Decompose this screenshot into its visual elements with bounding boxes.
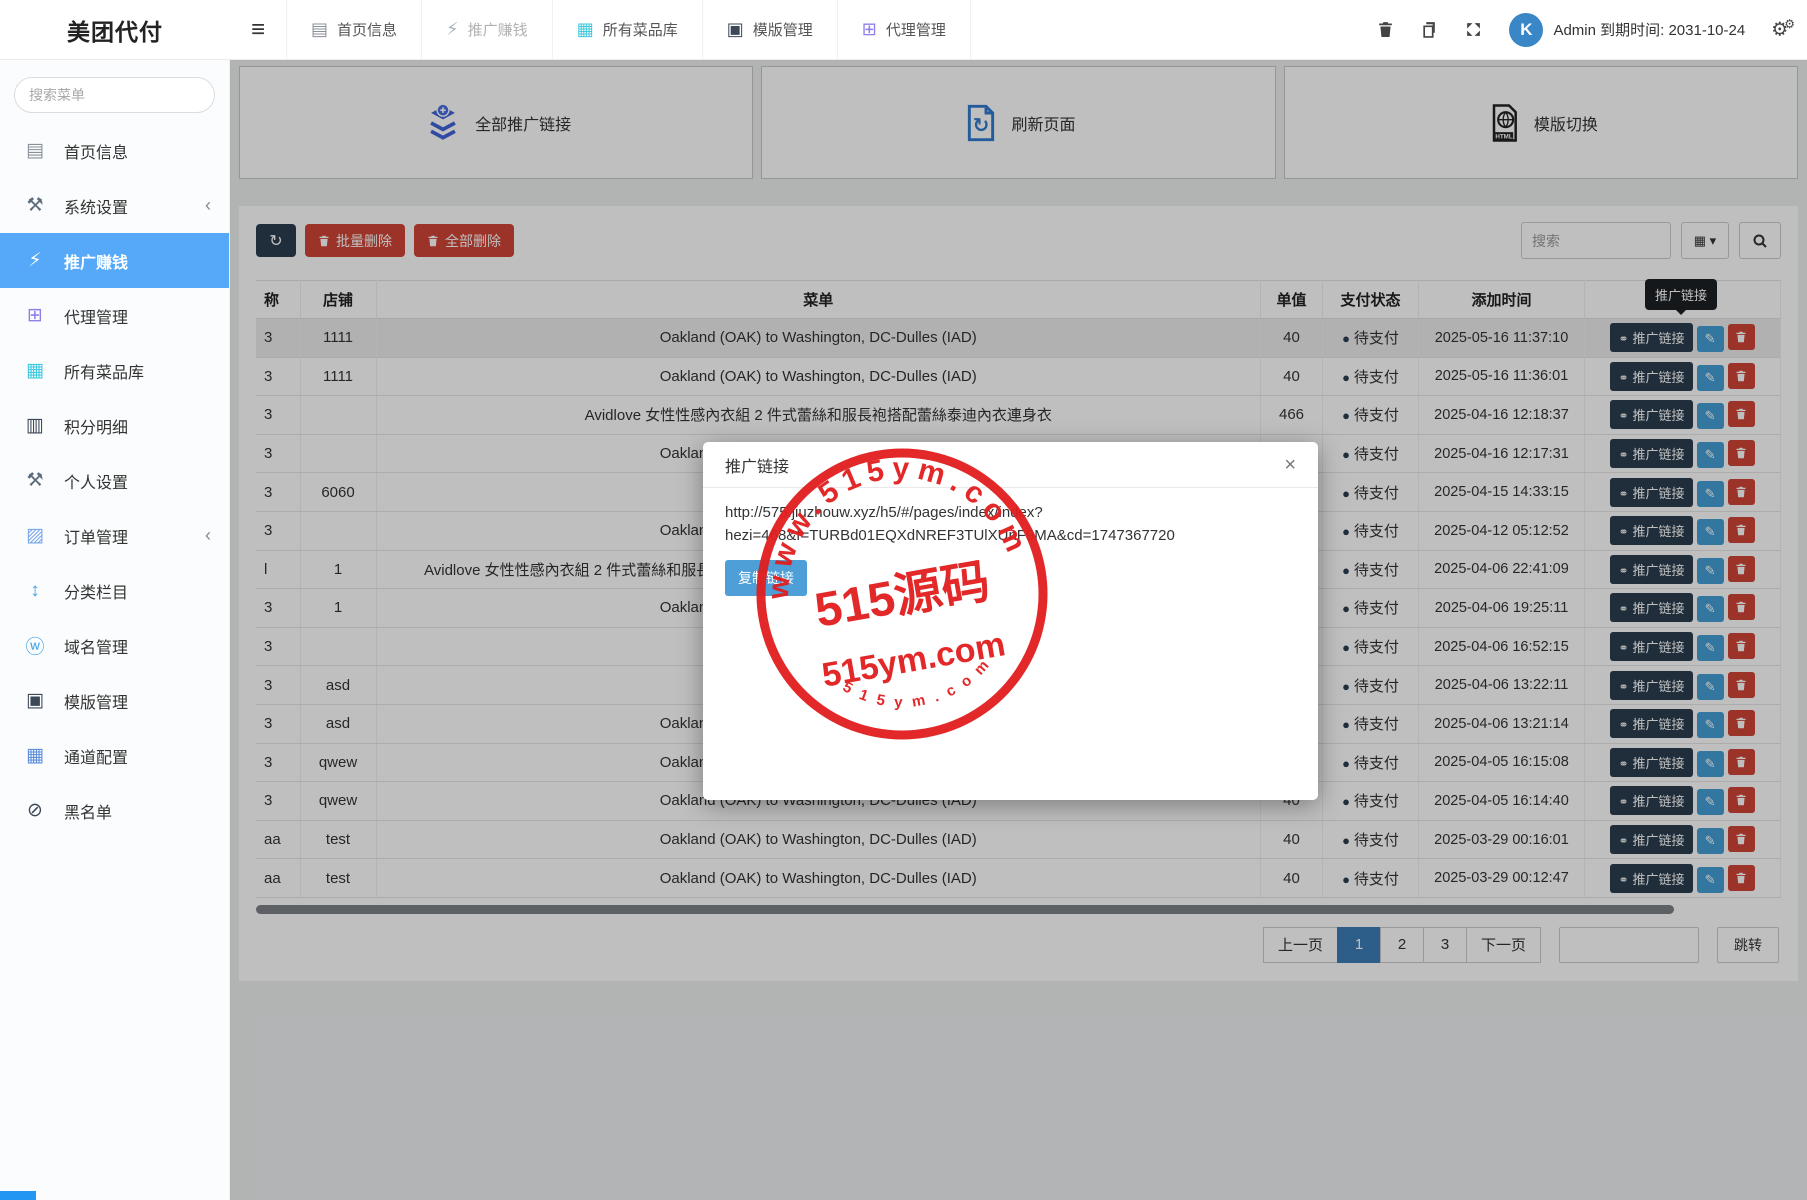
template-manage-icon: ▣: [26, 690, 44, 711]
system-settings-icon: ⚒: [26, 195, 44, 216]
channel-config-icon: ▦: [26, 745, 44, 766]
sidebar-search: [14, 77, 215, 113]
sidebar-item-label: 推广赚钱: [64, 254, 129, 272]
sidebar-item-label: 首页信息: [64, 144, 129, 162]
sidebar-item-label: 系统设置: [64, 199, 129, 217]
homepage-icon: ▤: [26, 140, 44, 161]
promo-earn-icon: ⚡: [28, 250, 42, 271]
tab-代理管理[interactable]: ⊞ 代理管理: [836, 0, 971, 59]
settings-gear-icon[interactable]: ⚙⚙: [1771, 17, 1795, 41]
sidebar-item-label: 模版管理: [64, 694, 129, 712]
copy-link-button[interactable]: 复制链接: [725, 560, 807, 596]
brand-logo: 美团代付: [67, 18, 163, 45]
sidebar-item-模版管理[interactable]: ▣ 模版管理: [0, 673, 229, 728]
tab-label: 推广赚钱: [467, 22, 528, 39]
sidebar-item-所有菜品库[interactable]: ▦ 所有菜品库: [0, 343, 229, 398]
tab-推广赚钱[interactable]: ⚡ 推广赚钱: [421, 0, 552, 59]
sidebar-item-系统设置[interactable]: ⚒ 系统设置 ‹: [0, 178, 229, 233]
sidebar-item-label: 所有菜品库: [64, 364, 145, 382]
sidebar-item-label: 域名管理: [64, 639, 129, 657]
sidebar-item-通道配置[interactable]: ▦ 通道配置: [0, 728, 229, 783]
sidebar-item-label: 分类栏目: [64, 584, 129, 602]
tab-label: 模版管理: [752, 22, 813, 39]
sidebar-item-域名管理[interactable]: ⓦ 域名管理: [0, 618, 229, 673]
top-bar: 美团代付 ≡ ▤ 首页信息 ⚡ 推广赚钱 ▦ 所有菜品库 ▣ 模版管理 ⊞ 代理管理 K Admi…: [0, 0, 1807, 60]
sidebar-search-input[interactable]: [29, 87, 210, 103]
trash-icon[interactable]: [1363, 0, 1407, 60]
tab-label: 首页信息: [337, 22, 398, 39]
sidebar-item-label: 订单管理: [64, 529, 129, 547]
sidebar-item-label: 通道配置: [64, 749, 129, 767]
sidebar-item-黑名单[interactable]: ⊘ 黑名单: [0, 783, 229, 838]
agent-manage-icon: ⊞: [27, 305, 43, 326]
sidebar-item-label: 代理管理: [64, 309, 129, 327]
avatar[interactable]: K: [1509, 12, 1544, 47]
svg-text:515ym.com: 515ym.com: [819, 625, 1008, 695]
fullscreen-icon[interactable]: [1451, 0, 1495, 60]
sidebar-item-积分明细[interactable]: ▥ 积分明细: [0, 398, 229, 453]
sidebar-item-首页信息[interactable]: ▤ 首页信息: [0, 123, 229, 178]
promo-link-modal: 推广链接 × http://575.jiuzhouw.xyz/h5/#/page…: [703, 434, 1318, 800]
tab-模版管理[interactable]: ▣ 模版管理: [701, 0, 837, 59]
agent-manage-icon: ⊞: [861, 19, 877, 39]
tab-label: 所有菜品库: [602, 22, 678, 39]
sidebar-item-推广赚钱[interactable]: ⚡ 推广赚钱: [0, 233, 229, 288]
sidebar-menu: ▤ 首页信息 ⚒ 系统设置 ‹ ⚡ 推广赚钱 ⊞ 代理管理 ▦ 所有菜品库 ▥ 积分明细 ⚒ 个人设置 ▨ 订单…: [0, 123, 229, 838]
category-icon: ↕: [30, 579, 40, 601]
sidebar-item-分类栏目[interactable]: ↕ 分类栏目: [0, 563, 229, 618]
topbar-right: K Admin 到期时间: 2031-10-24 ⚙⚙: [1363, 0, 1807, 59]
svg-text:5 1 5 y m . c o m: 5 1 5 y m . c o m: [838, 653, 1000, 723]
order-manage-icon: ▨: [26, 525, 44, 546]
blacklist-icon: ⊘: [27, 800, 43, 821]
promo-link-url: http://575.jiuzhouw.xyz/h5/#/pages/index…: [725, 504, 1175, 544]
sidebar-item-订单管理[interactable]: ▨ 订单管理 ‹: [0, 508, 229, 563]
copy-cache-icon[interactable]: [1407, 0, 1451, 60]
sidebar-item-个人设置[interactable]: ⚒ 个人设置: [0, 453, 229, 508]
sidebar-item-label: 积分明细: [64, 419, 129, 437]
sidebar: ▤ 首页信息 ⚒ 系统设置 ‹ ⚡ 推广赚钱 ⊞ 代理管理 ▦ 所有菜品库 ▥ 积分明细 ⚒ 个人设置 ▨ 订单…: [0, 60, 230, 1200]
tab-label: 代理管理: [885, 22, 946, 39]
modal-title: 推广链接: [725, 458, 790, 476]
modal-header: 推广链接 ×: [703, 442, 1318, 488]
domain-manage-icon: ⓦ: [25, 637, 45, 658]
tab-首页信息[interactable]: ▤ 首页信息: [286, 0, 421, 59]
promo-earn-icon: ⚡: [446, 19, 459, 39]
dishes-library-icon: ▦: [26, 360, 44, 381]
close-icon[interactable]: ×: [1284, 455, 1296, 475]
top-tabs: ▤ 首页信息 ⚡ 推广赚钱 ▦ 所有菜品库 ▣ 模版管理 ⊞ 代理管理: [286, 0, 971, 59]
dishes-library-icon: ▦: [576, 19, 594, 39]
chevron-left-icon: ‹: [205, 525, 211, 545]
admin-expiry-text: Admin 到期时间: 2031-10-24: [1553, 22, 1746, 39]
tab-所有菜品库[interactable]: ▦ 所有菜品库: [551, 0, 702, 59]
modal-body: http://575.jiuzhouw.xyz/h5/#/pages/index…: [703, 488, 1318, 610]
hamburger-menu-icon[interactable]: ≡: [230, 0, 286, 59]
chevron-left-icon: ‹: [205, 195, 211, 215]
template-manage-icon: ▣: [726, 19, 744, 39]
homepage-icon: ▤: [311, 19, 329, 39]
sidebar-item-代理管理[interactable]: ⊞ 代理管理: [0, 288, 229, 343]
corner-accent: [0, 1191, 36, 1200]
points-detail-icon: ▥: [26, 415, 44, 436]
sidebar-item-label: 个人设置: [64, 474, 129, 492]
personal-settings-icon: ⚒: [26, 470, 44, 491]
sidebar-item-label: 黑名单: [64, 804, 113, 822]
